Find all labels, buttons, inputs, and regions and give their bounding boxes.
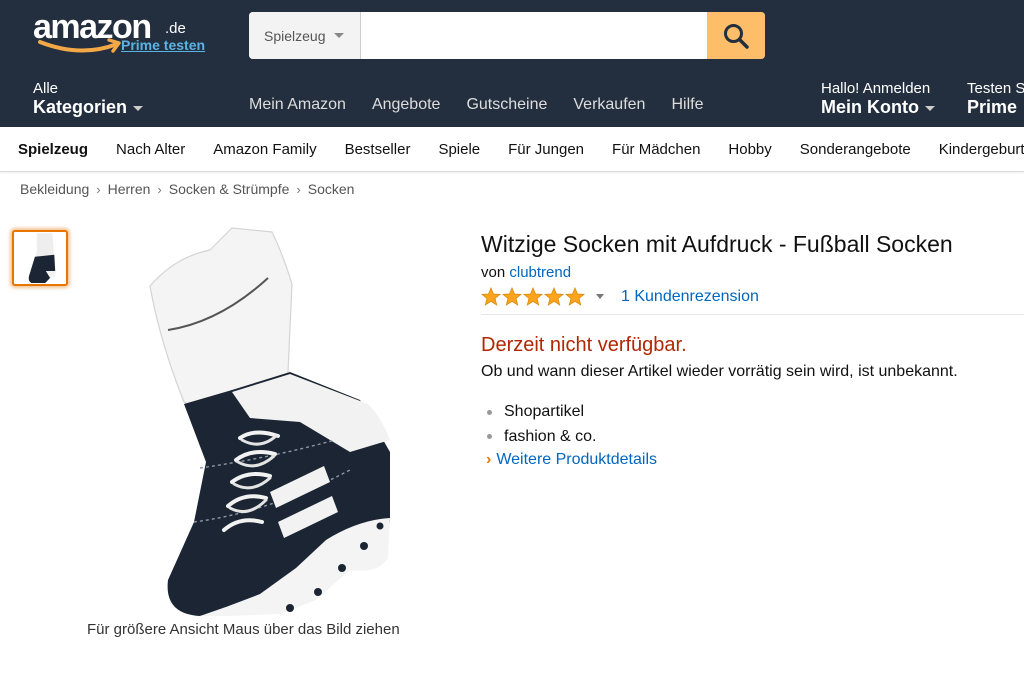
product-main-image[interactable] bbox=[120, 222, 410, 622]
bullet-text: Shopartikel bbox=[504, 403, 585, 420]
byline-prefix: von bbox=[481, 264, 506, 281]
star-icon bbox=[544, 287, 564, 306]
search-category-dropdown[interactable]: Spielzeug bbox=[249, 12, 361, 59]
sock-thumbnail-image bbox=[28, 233, 56, 283]
prime-menu[interactable]: Testen Sie Prime bbox=[967, 80, 1024, 117]
more-details-link[interactable]: › Weitere Produktdetails bbox=[486, 451, 657, 469]
divider bbox=[481, 314, 1024, 315]
subnav-item-fuer-jungen[interactable]: Für Jungen bbox=[508, 141, 584, 158]
breadcrumb-item[interactable]: Bekleidung bbox=[20, 181, 89, 197]
star-icon bbox=[565, 287, 585, 306]
star-icon bbox=[502, 287, 522, 306]
chevron-down-icon bbox=[333, 33, 344, 38]
bullet-icon bbox=[487, 409, 492, 415]
header-link-verkaufen[interactable]: Verkaufen bbox=[573, 95, 645, 115]
search-bar: Spielzeug bbox=[249, 12, 765, 59]
star-rating[interactable] bbox=[481, 287, 585, 306]
breadcrumb: Bekleidung › Herren › Socken & Strümpfe … bbox=[20, 181, 354, 197]
chevron-right-icon: › bbox=[486, 451, 492, 468]
subnav-item-bestseller[interactable]: Bestseller bbox=[345, 141, 411, 158]
search-icon bbox=[724, 23, 749, 49]
availability-note: Ob und wann dieser Artikel wieder vorrät… bbox=[481, 363, 958, 380]
more-details-label: Weitere Produktdetails bbox=[496, 451, 657, 468]
feature-bullets: Shopartikel fashion & co. bbox=[487, 400, 597, 449]
breadcrumb-separator-icon: › bbox=[96, 181, 101, 197]
prime-small-label: Testen Sie bbox=[967, 80, 1024, 97]
sock-image bbox=[149, 227, 390, 616]
header-link-angebote[interactable]: Angebote bbox=[372, 95, 441, 115]
breadcrumb-separator-icon: › bbox=[296, 181, 301, 197]
search-button[interactable] bbox=[707, 12, 765, 59]
list-item: fashion & co. bbox=[487, 425, 597, 450]
chevron-down-icon bbox=[924, 105, 935, 111]
header-link-mein-amazon[interactable]: Mein Amazon bbox=[249, 95, 346, 115]
availability-status: Derzeit nicht verfügbar. bbox=[481, 334, 687, 356]
subnav-item-nach-alter[interactable]: Nach Alter bbox=[116, 141, 185, 158]
categories-big-label: Kategorien bbox=[33, 97, 128, 117]
image-zoom-hint: Für größere Ansicht Maus über das Bild z… bbox=[87, 621, 400, 638]
subnav-item-spielzeug[interactable]: Spielzeug bbox=[18, 141, 88, 158]
breadcrumb-separator-icon: › bbox=[157, 181, 162, 197]
subnav-item-spiele[interactable]: Spiele bbox=[438, 141, 480, 158]
header-link-hilfe[interactable]: Hilfe bbox=[671, 95, 703, 115]
subnav-item-sonderangebote[interactable]: Sonderangebote bbox=[800, 141, 911, 158]
account-small-label: Hallo! Anmelden bbox=[821, 80, 931, 97]
star-icon bbox=[481, 287, 501, 306]
header-links: Mein Amazon Angebote Gutscheine Verkaufe… bbox=[249, 95, 729, 115]
subnav-item-amazon-family[interactable]: Amazon Family bbox=[213, 141, 316, 158]
amazon-smile-icon bbox=[38, 38, 121, 53]
subnav-item-hobby[interactable]: Hobby bbox=[728, 141, 771, 158]
bullet-text: fashion & co. bbox=[504, 427, 597, 445]
top-header: amazon .de Prime testen Spielzeug Alle K… bbox=[0, 0, 1024, 127]
subnav-item-fuer-maedchen[interactable]: Für Mädchen bbox=[612, 141, 700, 158]
chevron-down-icon bbox=[133, 105, 144, 111]
subnav: Spielzeug Nach Alter Amazon Family Bests… bbox=[0, 127, 1024, 172]
header-link-gutscheine[interactable]: Gutscheine bbox=[466, 95, 547, 115]
all-categories-menu[interactable]: Alle Kategorien bbox=[33, 80, 144, 117]
amazon-logo[interactable]: amazon .de Prime testen bbox=[33, 8, 213, 58]
breadcrumb-item[interactable]: Socken bbox=[308, 181, 355, 197]
product-rating: 1 Kundenrezension bbox=[481, 287, 759, 306]
search-input[interactable] bbox=[361, 12, 707, 59]
subnav-item-kindergeburtstag[interactable]: Kindergeburtstag bbox=[939, 141, 1024, 158]
reviews-link[interactable]: 1 Kundenrezension bbox=[621, 288, 759, 306]
product-byline: von clubtrend bbox=[481, 264, 571, 281]
breadcrumb-item[interactable]: Herren bbox=[108, 181, 151, 197]
categories-small-label: Alle bbox=[33, 80, 59, 97]
account-big-label: Mein Konto bbox=[821, 97, 919, 117]
list-item: Shopartikel bbox=[487, 400, 597, 425]
product-thumbnail[interactable] bbox=[12, 230, 68, 286]
prime-big-label: Prime bbox=[967, 97, 1018, 117]
brand-link[interactable]: clubtrend bbox=[509, 264, 571, 281]
prime-testen-link[interactable]: Prime testen bbox=[121, 37, 205, 53]
bullet-icon bbox=[487, 434, 492, 440]
product-title: Witzige Socken mit Aufdruck - Fußball So… bbox=[481, 231, 953, 257]
account-menu[interactable]: Hallo! Anmelden Mein Konto bbox=[821, 80, 935, 117]
breadcrumb-item[interactable]: Socken & Strümpfe bbox=[169, 181, 290, 197]
star-icon bbox=[523, 287, 543, 306]
chevron-down-icon[interactable] bbox=[596, 294, 604, 299]
search-category-label: Spielzeug bbox=[264, 27, 326, 44]
logo-tld: .de bbox=[165, 20, 186, 37]
